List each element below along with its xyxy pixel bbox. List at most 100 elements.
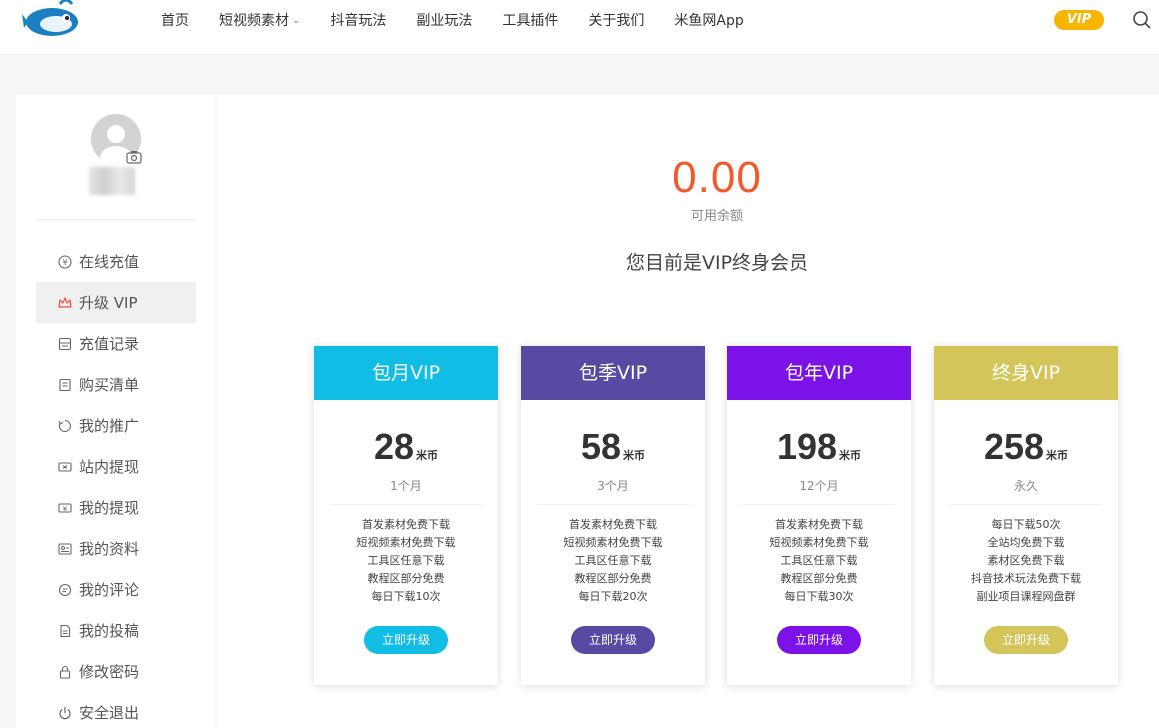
plan-price-value: 198 [776, 426, 838, 467]
plan-title: 终身VIP [934, 346, 1118, 400]
divider [330, 504, 482, 505]
plan-price-unit: 米币 [416, 449, 439, 462]
main-nav: 首页 短视频素材 ⌄ 抖音玩法 副业玩法 工具插件 关于我们 米鱼网App [161, 0, 774, 40]
sidebar-item-my-profile[interactable]: 我的资料 [36, 528, 196, 569]
sidebar-item-my-promotion[interactable]: 我的推广 [36, 405, 196, 446]
comment-icon [58, 583, 72, 597]
plan-price-unit: 米币 [623, 449, 646, 462]
top-header: 首页 短视频素材 ⌄ 抖音玩法 副业玩法 工具插件 关于我们 米鱼网App VIP [0, 0, 1159, 55]
nav-short-video-materials[interactable]: 短视频素材 ⌄ [219, 10, 300, 30]
sidebar-item-my-submissions[interactable]: 我的投稿 [36, 610, 196, 651]
nav-app[interactable]: 米鱼网App [674, 10, 743, 30]
plan-card-quarterly: 包季VIP 58 米币 3个月 首发素材免费下载 短视频素材免费下载 工具区任意下… [521, 346, 705, 685]
nav-side-business[interactable]: 副业玩法 [416, 10, 472, 30]
plan-card-monthly: 包月VIP 28 米币 1个月 首发素材免费下载 短视频素材免费下载 工具区任意下… [314, 346, 498, 685]
plan-period: 1个月 [390, 479, 422, 493]
plan-feature: 首发素材免费下载 [362, 518, 450, 531]
sidebar-item-label: 我的评论 [79, 581, 140, 599]
balance-label: 可用余额 [690, 209, 743, 224]
plan-price: 58 米币 [521, 426, 705, 468]
sidebar-item-recharge-records[interactable]: 充值记录 [36, 323, 196, 364]
username-redacted [89, 167, 135, 195]
sidebar-item-logout[interactable]: 安全退出 [36, 692, 196, 728]
sidebar-item-label: 我的投稿 [79, 622, 140, 640]
sidebar-item-label: 我的推广 [79, 417, 140, 435]
sidebar-item-label: 站内提现 [79, 458, 140, 476]
crown-icon [58, 296, 72, 310]
sidebar-item-label: 在线充值 [79, 253, 140, 271]
upgrade-button-lifetime[interactable]: 立即升级 [984, 626, 1068, 654]
plan-feature: 短视频素材免费下载 [563, 536, 663, 549]
user-sidebar: ¥ 在线充值 升级 VIP 充值记录 购买清单 我的推广 站内提现 ¥ 我的提现 [16, 95, 215, 728]
plan-title: 包季VIP [521, 346, 705, 400]
plan-period: 永久 [1013, 479, 1038, 493]
promotion-icon [58, 419, 72, 433]
plan-feature: 每日下载20次 [578, 590, 648, 603]
plan-price-value: 58 [580, 426, 622, 467]
plan-feature: 副业项目课程网盘群 [976, 590, 1076, 603]
yen-icon: ¥ [58, 254, 72, 269]
ticket-icon [58, 460, 72, 474]
plan-feature: 工具区任意下载 [574, 554, 652, 567]
sidebar-item-change-password[interactable]: 修改密码 [36, 651, 196, 692]
upgrade-button-yearly[interactable]: 立即升级 [777, 626, 861, 654]
plan-feature: 工具区任意下载 [780, 554, 858, 567]
plan-features: 首发素材免费下载 短视频素材免费下载 工具区任意下载 教程区部分免费 每日下载1… [314, 516, 498, 606]
site-logo[interactable] [22, 0, 82, 40]
plan-price-value: 258 [983, 426, 1045, 467]
profile-card-icon [58, 542, 72, 556]
upgrade-button-monthly[interactable]: 立即升级 [364, 626, 448, 654]
user-menu: ¥ 在线充值 升级 VIP 充值记录 购买清单 我的推广 站内提现 ¥ 我的提现 [36, 241, 196, 728]
vip-badge[interactable]: VIP [1054, 10, 1104, 30]
sidebar-item-my-withdraw[interactable]: ¥ 我的提现 [36, 487, 196, 528]
plan-feature: 每日下载10次 [371, 590, 441, 603]
sidebar-item-site-withdraw[interactable]: 站内提现 [36, 446, 196, 487]
divider [36, 219, 196, 220]
plan-feature: 教程区部分免费 [780, 572, 858, 585]
sidebar-item-purchase-list[interactable]: 购买清单 [36, 364, 196, 405]
divider [537, 504, 689, 505]
plan-title: 包月VIP [314, 346, 498, 400]
plan-feature: 工具区任意下载 [367, 554, 445, 567]
plan-price-unit: 米币 [1046, 449, 1069, 462]
search-icon[interactable] [1132, 10, 1152, 30]
sidebar-item-label: 升级 VIP [79, 294, 138, 312]
sidebar-item-label: 我的提现 [79, 499, 140, 517]
nav-home[interactable]: 首页 [161, 10, 189, 30]
plan-feature: 短视频素材免费下载 [356, 536, 456, 549]
plan-features: 首发素材免费下载 短视频素材免费下载 工具区任意下载 教程区部分免费 每日下载2… [521, 516, 705, 606]
divider [743, 504, 895, 505]
list-icon [58, 378, 72, 392]
plan-feature: 每日下载50次 [991, 518, 1061, 531]
nav-tools-plugins[interactable]: 工具插件 [502, 10, 558, 30]
sidebar-item-online-recharge[interactable]: ¥ 在线充值 [36, 241, 196, 282]
balance-amount: 0.00 [672, 153, 762, 202]
upgrade-button-quarterly[interactable]: 立即升级 [571, 626, 655, 654]
lock-icon [58, 665, 72, 679]
plan-feature: 教程区部分免费 [367, 572, 445, 585]
plan-feature: 短视频素材免费下载 [769, 536, 869, 549]
divider [950, 504, 1102, 505]
plan-card-lifetime: 终身VIP 258 米币 永久 每日下载50次 全站均免费下载 素材区免费下载 抖… [934, 346, 1118, 685]
plan-features: 每日下载50次 全站均免费下载 素材区免费下载 抖音技术玩法免费下载 副业项目课… [934, 516, 1118, 606]
plan-price: 198 米币 [727, 426, 911, 468]
svg-text:¥: ¥ [62, 258, 67, 267]
plan-period: 3个月 [597, 479, 629, 493]
sidebar-item-upgrade-vip[interactable]: 升级 VIP [36, 282, 196, 323]
vip-upgrade-panel: 0.00 可用余额 您目前是VIP终身会员 包月VIP 28 米币 1个月 首发素… [217, 95, 1159, 728]
wallet-icon: ¥ [58, 501, 72, 515]
plan-feature: 教程区部分免费 [574, 572, 652, 585]
sidebar-item-label: 充值记录 [79, 335, 140, 353]
plan-feature: 全站均免费下载 [987, 536, 1065, 549]
plan-feature: 首发素材免费下载 [569, 518, 657, 531]
nav-about-us[interactable]: 关于我们 [588, 10, 644, 30]
membership-status: 您目前是VIP终身会员 [625, 252, 809, 274]
sidebar-item-label: 修改密码 [79, 663, 140, 681]
sidebar-item-my-comments[interactable]: 我的评论 [36, 569, 196, 610]
nav-douyin-tips[interactable]: 抖音玩法 [330, 10, 386, 30]
sidebar-item-label: 我的资料 [79, 540, 140, 558]
plan-price: 258 米币 [934, 426, 1118, 468]
camera-icon[interactable] [126, 149, 142, 164]
chevron-down-icon: ⌄ [292, 14, 301, 26]
plan-title: 包年VIP [727, 346, 911, 400]
